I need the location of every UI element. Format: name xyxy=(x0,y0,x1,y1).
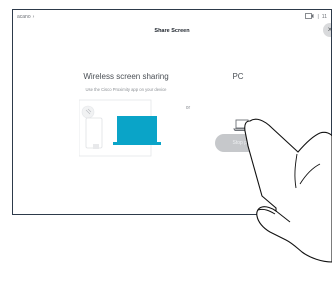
wireless-sharing-instructions: Use the Cisco Proximity app on your devi… xyxy=(85,87,167,92)
status-separator: | xyxy=(317,14,319,20)
breadcrumb[interactable]: acano › xyxy=(17,14,34,20)
stage: acano › | 11 Share Screen × Wireless scr… xyxy=(0,0,332,288)
dialog-title: Share Screen xyxy=(154,28,190,34)
close-button[interactable]: × xyxy=(323,23,332,37)
laptop-screen-illustration xyxy=(117,116,157,142)
touch-panel-screen: acano › | 11 Share Screen × Wireless scr… xyxy=(12,9,332,215)
camera-icon xyxy=(305,13,314,21)
or-separator: or xyxy=(185,105,191,111)
laptop-icon[interactable] xyxy=(233,118,251,132)
close-icon: × xyxy=(327,25,332,34)
laptop-base-illustration xyxy=(113,142,161,145)
stop-preview-label: Stop preview xyxy=(232,140,262,146)
wireless-sharing-heading: Wireless screen sharing xyxy=(83,72,169,81)
clock-time: 11 xyxy=(321,14,327,20)
status-bar: acano › | 11 xyxy=(13,10,331,24)
pc-heading: PC xyxy=(232,72,244,81)
status-icons: | 11 xyxy=(305,13,327,21)
stop-preview-button[interactable]: Stop preview xyxy=(215,134,279,152)
chevron-right-icon: › xyxy=(32,14,35,20)
wireless-devices-illustration xyxy=(79,99,161,157)
breadcrumb-label: acano xyxy=(17,14,31,20)
phone-illustration xyxy=(85,117,103,149)
